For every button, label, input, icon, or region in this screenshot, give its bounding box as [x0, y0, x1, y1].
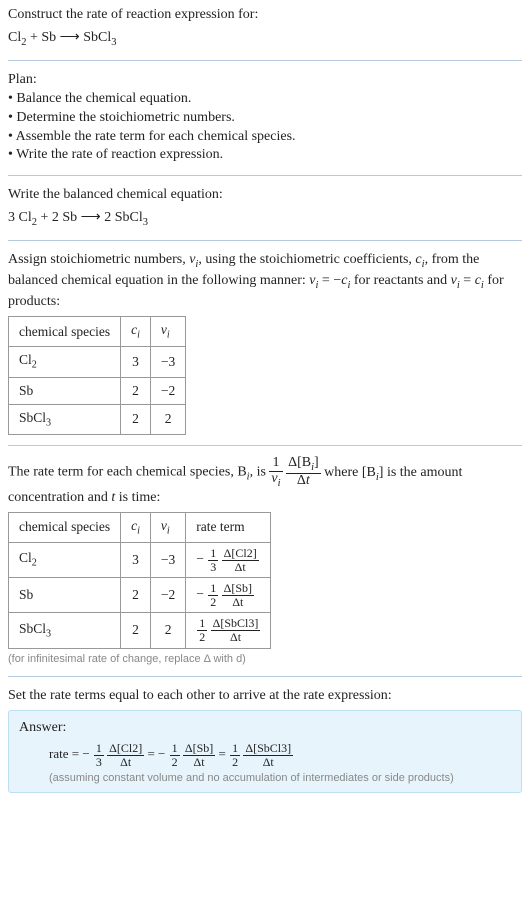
plan-section: Plan: • Balance the chemical equation. •…: [8, 71, 522, 165]
answer-rate-expression: rate = − 13 Δ[Cl2]Δt = − 12 Δ[Sb]Δt = 12…: [19, 742, 511, 768]
cell-c: 2: [121, 578, 151, 613]
cell-species: Sb: [9, 377, 121, 404]
cell-c: 2: [121, 377, 151, 404]
intro-equation: Cl2 + Sb ⟶ SbCl3: [8, 27, 522, 50]
cell-species: Cl2: [9, 347, 121, 377]
cell-nu: 2: [150, 404, 185, 434]
table-header-row: chemical species ci νi rate term: [9, 512, 271, 542]
table-row: Cl2 3 −3: [9, 347, 186, 377]
balanced-section: Write the balanced chemical equation: 3 …: [8, 186, 522, 230]
col-c: ci: [121, 317, 151, 347]
table-row: SbCl3 2 2: [9, 404, 186, 434]
answer-assumption: (assuming constant volume and no accumul…: [19, 771, 511, 786]
intro-section: Construct the rate of reaction expressio…: [8, 6, 522, 50]
cell-rate-term: − 12 Δ[Sb]Δt: [186, 578, 271, 613]
final-section: Set the rate terms equal to each other t…: [8, 687, 522, 793]
set-equal-text: Set the rate terms equal to each other t…: [8, 687, 522, 706]
cell-nu: −2: [150, 578, 185, 613]
cell-species: Sb: [9, 578, 121, 613]
col-rate: rate term: [186, 512, 271, 542]
cell-species: SbCl3: [9, 404, 121, 434]
cell-c: 3: [121, 347, 151, 377]
rate-term-table: chemical species ci νi rate term Cl2 3 −…: [8, 512, 271, 649]
cell-nu: 2: [150, 613, 185, 648]
rate-term-intro: The rate term for each chemical species,…: [8, 456, 522, 507]
col-c: ci: [121, 512, 151, 542]
col-nu: νi: [150, 317, 185, 347]
plan-item: • Assemble the rate term for each chemic…: [8, 128, 522, 147]
stoich-table: chemical species ci νi Cl2 3 −3 Sb 2 −2 …: [8, 316, 186, 435]
cell-nu: −2: [150, 377, 185, 404]
col-species: chemical species: [9, 317, 121, 347]
plan-item: • Determine the stoichiometric numbers.: [8, 109, 522, 128]
col-nu: νi: [150, 512, 185, 542]
stoich-intro: Assign stoichiometric numbers, νi, using…: [8, 251, 522, 312]
cell-c: 3: [121, 542, 151, 577]
divider: [8, 60, 522, 61]
plan-label: Plan:: [8, 71, 522, 90]
cell-rate-term: 12 Δ[SbCl3]Δt: [186, 613, 271, 648]
cell-species: SbCl3: [9, 613, 121, 648]
divider: [8, 175, 522, 176]
stoich-section: Assign stoichiometric numbers, νi, using…: [8, 251, 522, 435]
cell-c: 2: [121, 613, 151, 648]
col-species: chemical species: [9, 512, 121, 542]
divider: [8, 676, 522, 677]
table-row: SbCl3 2 2 12 Δ[SbCl3]Δt: [9, 613, 271, 648]
balanced-label: Write the balanced chemical equation:: [8, 186, 522, 205]
table-row: Cl2 3 −3 − 13 Δ[Cl2]Δt: [9, 542, 271, 577]
cell-rate-term: − 13 Δ[Cl2]Δt: [186, 542, 271, 577]
rate-term-section: The rate term for each chemical species,…: [8, 456, 522, 666]
plan-item: • Write the rate of reaction expression.: [8, 146, 522, 165]
cell-species: Cl2: [9, 542, 121, 577]
infinitesimal-note: (for infinitesimal rate of change, repla…: [8, 652, 522, 667]
plan-item: • Balance the chemical equation.: [8, 90, 522, 109]
cell-c: 2: [121, 404, 151, 434]
answer-label: Answer:: [19, 719, 511, 738]
answer-box: Answer: rate = − 13 Δ[Cl2]Δt = − 12 Δ[Sb…: [8, 710, 522, 793]
table-row: Sb 2 −2: [9, 377, 186, 404]
intro-prompt: Construct the rate of reaction expressio…: [8, 6, 522, 25]
table-row: Sb 2 −2 − 12 Δ[Sb]Δt: [9, 578, 271, 613]
divider: [8, 240, 522, 241]
table-header-row: chemical species ci νi: [9, 317, 186, 347]
balanced-equation: 3 Cl2 + 2 Sb ⟶ 2 SbCl3: [8, 207, 522, 230]
divider: [8, 445, 522, 446]
cell-nu: −3: [150, 347, 185, 377]
cell-nu: −3: [150, 542, 185, 577]
